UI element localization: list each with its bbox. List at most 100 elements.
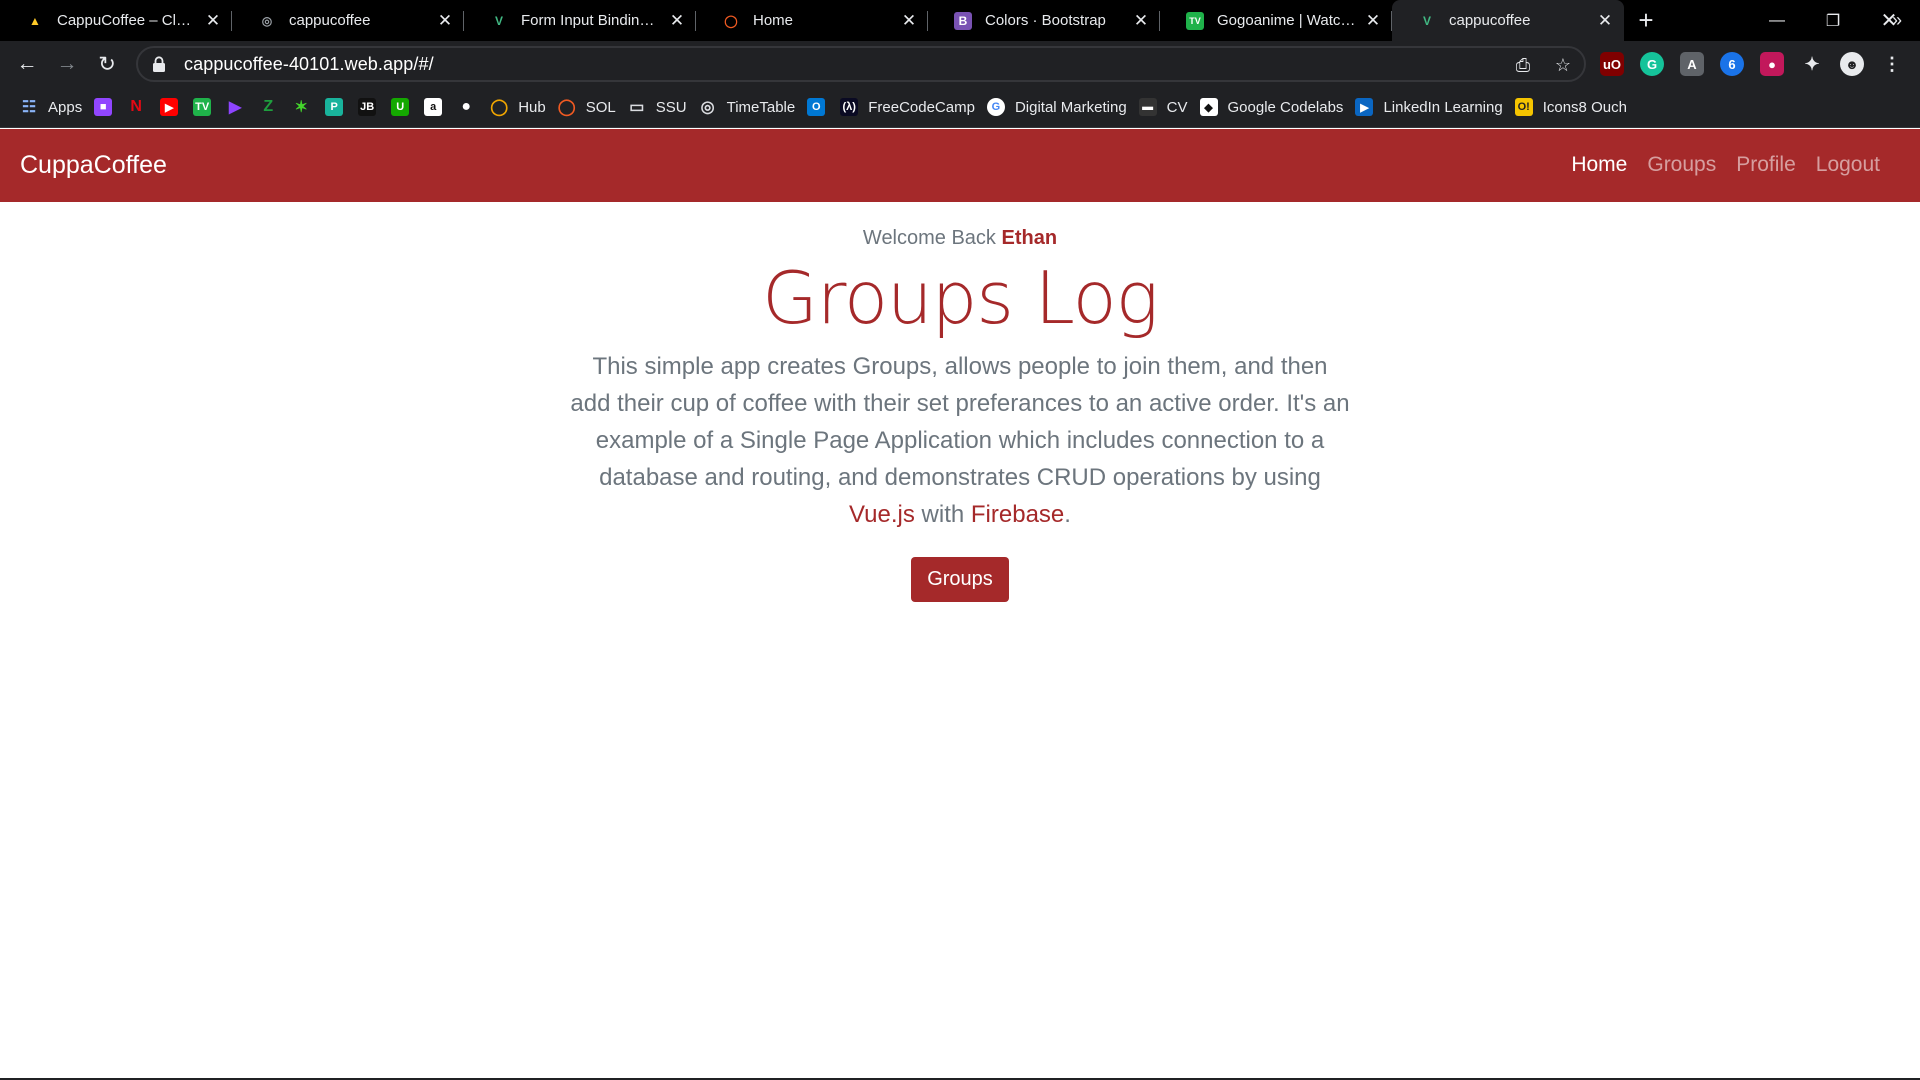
origin-ring-icon: ◯ bbox=[724, 13, 738, 28]
vuejs-link[interactable]: Vue.js bbox=[849, 501, 915, 528]
browser-tab[interactable]: ◎ cappucoffee ✕ bbox=[232, 0, 464, 41]
bookmark-item[interactable]: a bbox=[420, 92, 453, 122]
bookmark-item[interactable]: ▶ LinkedIn Learning bbox=[1351, 92, 1510, 122]
bookmark-item[interactable]: Z bbox=[255, 92, 288, 122]
page-icon: ▭ bbox=[629, 99, 645, 116]
bookmark-label: Digital Marketing bbox=[1014, 98, 1127, 116]
outlook-icon: O bbox=[807, 98, 826, 116]
bookmark-label: CV bbox=[1166, 98, 1188, 116]
description-text: This simple app creates Groups, allows p… bbox=[570, 353, 1350, 491]
back-button[interactable]: ← bbox=[10, 47, 44, 81]
bookmark-label: SOL bbox=[585, 98, 616, 116]
nav-link-logout[interactable]: Logout bbox=[1806, 153, 1890, 177]
netflix-icon: N bbox=[130, 98, 142, 115]
lock-icon[interactable] bbox=[152, 56, 166, 72]
bookmark-item[interactable]: ▶ bbox=[156, 92, 189, 122]
description-with: with bbox=[921, 501, 965, 528]
tab-close-icon[interactable]: ✕ bbox=[668, 11, 686, 30]
app-description: This simple app creates Groups, allows p… bbox=[570, 348, 1350, 533]
page-title: Groups Log bbox=[762, 256, 1159, 340]
browser-tab[interactable]: ▲ CappuCoffee – Cloud F ✕ bbox=[0, 0, 232, 41]
bookmark-item[interactable]: ▶ bbox=[222, 92, 255, 122]
bookmark-item[interactable]: ◯ Hub bbox=[486, 92, 554, 122]
browser-tab[interactable]: Vcappucoffee ✕ bbox=[1392, 0, 1624, 41]
linkedin-learning-icon: ▶ bbox=[1355, 98, 1374, 116]
tab-close-icon[interactable]: ✕ bbox=[436, 11, 454, 30]
globe-icon: ◎ bbox=[261, 13, 273, 28]
tab-title: Form Input Bindings — bbox=[521, 12, 660, 29]
restore-icon[interactable]: ❐ bbox=[1805, 0, 1861, 41]
tabs-icon[interactable]: 6 bbox=[1720, 52, 1744, 76]
tab-close-icon[interactable]: ✕ bbox=[900, 11, 918, 30]
tab-title: cappucoffee bbox=[1449, 12, 1531, 29]
bookmark-item[interactable]: ✶ bbox=[288, 92, 321, 122]
github-icon: ● bbox=[461, 98, 472, 115]
minimize-icon[interactable]: — bbox=[1749, 0, 1805, 41]
bookmark-item[interactable]: ◎ TimeTable bbox=[695, 92, 804, 122]
app-navbar: CuppaCoffee Home Groups Profile Logout bbox=[0, 129, 1920, 202]
nav-link-profile[interactable]: Profile bbox=[1726, 153, 1806, 177]
extension-gray-icon[interactable]: A bbox=[1680, 52, 1704, 76]
bookmark-item[interactable]: O! Icons8 Ouch bbox=[1511, 92, 1635, 122]
twitch-icon: ■ bbox=[94, 98, 113, 116]
bootstrap-icon: B bbox=[954, 11, 972, 30]
nav-link-home[interactable]: Home bbox=[1561, 153, 1637, 177]
browser-menu-icon[interactable]: ⋮ bbox=[1880, 52, 1904, 76]
tab-close-icon[interactable]: ✕ bbox=[1596, 11, 1614, 30]
bookmark-item[interactable]: ☷ Apps bbox=[16, 92, 90, 122]
bookmark-item[interactable]: ▭ SSU bbox=[624, 92, 695, 122]
grammarly-icon[interactable]: G bbox=[1640, 52, 1664, 76]
profile-avatar[interactable]: ☻ bbox=[1840, 52, 1864, 76]
razer-icon: ✶ bbox=[294, 99, 308, 116]
jetbrains-icon: JB bbox=[358, 98, 377, 116]
codelabs-icon: ◆ bbox=[1199, 98, 1218, 116]
apps-grid-icon: ☷ bbox=[21, 99, 37, 116]
bookmark-item[interactable]: ◯ SOL bbox=[554, 92, 624, 122]
bookmark-item[interactable]: TV bbox=[189, 92, 222, 122]
browser-tab[interactable]: TV Gogoanime | Watch an ✕ bbox=[1160, 0, 1392, 41]
bookmark-item[interactable]: ◆ Google Codelabs bbox=[1196, 92, 1352, 122]
tab-title: CappuCoffee – Cloud F bbox=[57, 12, 196, 29]
reload-button[interactable]: ↻ bbox=[90, 47, 124, 81]
browser-tab[interactable]: ◯ Home ✕ bbox=[696, 0, 928, 41]
groups-button[interactable]: Groups bbox=[911, 557, 1009, 602]
browser-tab[interactable]: B Colors · Bootstrap ✕ bbox=[928, 0, 1160, 41]
bookmark-item[interactable]: O bbox=[803, 92, 836, 122]
bookmark-item[interactable]: ● bbox=[453, 92, 486, 122]
bookmark-item[interactable]: N bbox=[123, 92, 156, 122]
bookmark-item[interactable]: ▬ CV bbox=[1135, 92, 1196, 122]
firebase-link[interactable]: Firebase bbox=[971, 501, 1064, 528]
new-tab-button[interactable]: + bbox=[1624, 0, 1668, 41]
bookmark-label: Apps bbox=[48, 98, 83, 116]
address-bar[interactable]: cappucoffee-40101.web.app/#/ ⎙ ☆ bbox=[136, 46, 1586, 82]
bookmark-label: FreeCodeCamp bbox=[868, 98, 975, 116]
nav-link-groups[interactable]: Groups bbox=[1637, 153, 1726, 177]
ublock-icon[interactable]: uO bbox=[1600, 52, 1624, 76]
close-window-icon[interactable]: ✕ bbox=[1861, 0, 1917, 41]
freecodecamp-icon: (λ) bbox=[840, 98, 859, 116]
bookmark-label: SSU bbox=[655, 98, 687, 116]
bookmark-item[interactable]: U bbox=[387, 92, 420, 122]
extensions-puzzle-icon[interactable]: ✦ bbox=[1800, 52, 1824, 76]
forward-button[interactable]: → bbox=[50, 47, 84, 81]
tab-title: Home bbox=[753, 12, 794, 29]
url-text[interactable]: cappucoffee-40101.web.app/#/ bbox=[184, 54, 434, 75]
tab-close-icon[interactable]: ✕ bbox=[1364, 11, 1382, 30]
bookmark-item[interactable]: JB bbox=[354, 92, 387, 122]
owl-icon[interactable]: ● bbox=[1760, 52, 1784, 76]
brand-logo[interactable]: CuppaCoffee bbox=[20, 151, 167, 180]
install-app-icon[interactable]: ⎙ bbox=[1512, 54, 1534, 76]
bookmark-item[interactable]: ■ bbox=[90, 92, 123, 122]
bookmark-item[interactable]: (λ) FreeCodeCamp bbox=[836, 92, 983, 122]
hero-section: Welcome Back Ethan Groups Log This simpl… bbox=[0, 202, 1920, 602]
bookmark-label: Icons8 Ouch bbox=[1542, 98, 1627, 116]
tab-close-icon[interactable]: ✕ bbox=[204, 11, 222, 30]
bookmark-star-icon[interactable]: ☆ bbox=[1552, 54, 1574, 76]
upwork-icon: U bbox=[391, 98, 410, 116]
bookmark-item[interactable]: G Digital Marketing bbox=[983, 92, 1135, 122]
browser-tab[interactable]: V Form Input Bindings — ✕ bbox=[464, 0, 696, 41]
welcome-message: Welcome Back Ethan bbox=[0, 227, 1920, 250]
more-bookmarks-icon[interactable]: » bbox=[1892, 10, 1902, 31]
bookmark-item[interactable]: P bbox=[321, 92, 354, 122]
tab-close-icon[interactable]: ✕ bbox=[1132, 11, 1150, 30]
